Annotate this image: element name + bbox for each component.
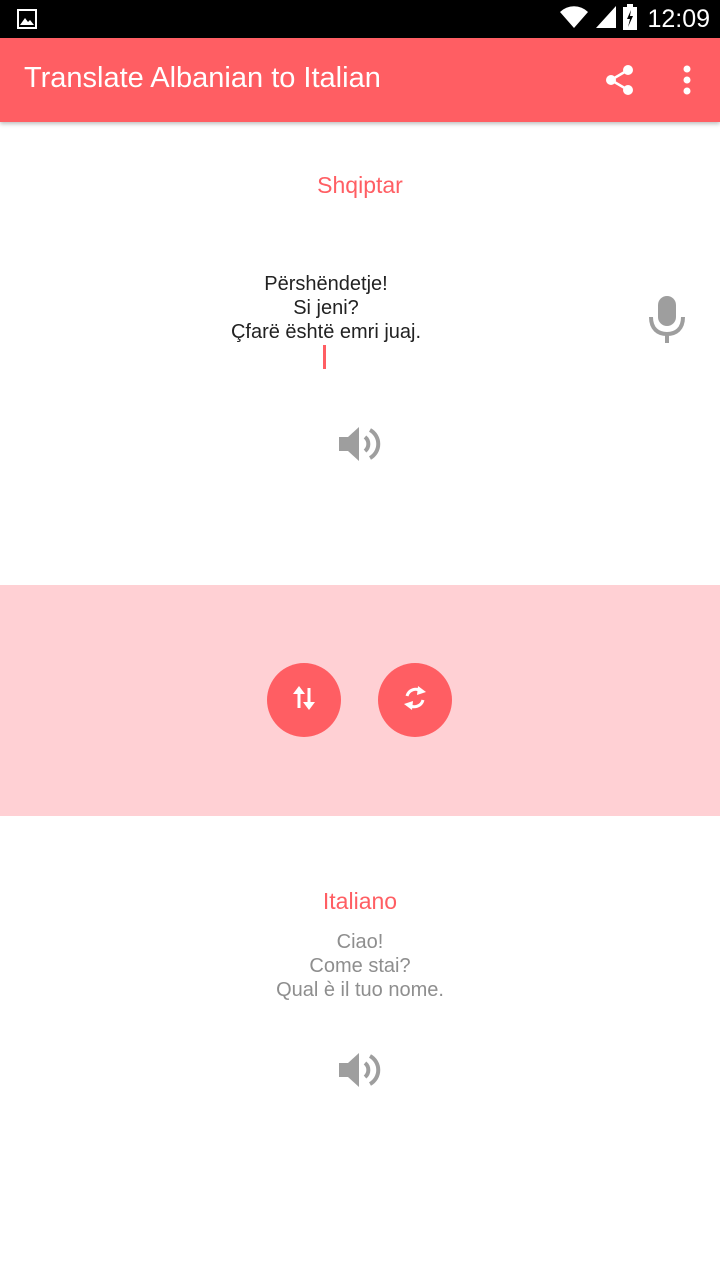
speaker-icon [334,1053,386,1100]
signal-icon [595,5,617,34]
source-text-line: Përshëndetje! [264,273,388,295]
battery-charging-icon [623,3,638,35]
swap-languages-button[interactable] [267,663,341,737]
text-cursor [323,345,326,369]
controls-band [0,585,720,816]
translation-output: Ciao! Come stai? Qual è il tuo nome. [0,930,720,1002]
image-icon [17,9,37,34]
translation-line: Qual è il tuo nome. [276,979,444,1001]
speak-translation-button[interactable] [334,1044,386,1096]
more-options-button[interactable] [672,60,702,100]
status-time: 12:09 [647,4,710,33]
source-language-label[interactable]: Shqiptar [0,172,720,199]
target-language-label[interactable]: Italiano [0,888,720,915]
more-vert-icon [672,65,702,104]
app-bar: Translate Albanian to Italian [0,38,720,122]
source-text-line: Si jeni? [293,297,359,319]
translation-line: Ciao! [336,931,384,953]
source-text-line: Çfarë është emri juaj. [230,321,422,343]
speaker-icon [334,427,386,474]
speak-source-button[interactable] [334,418,386,470]
share-button[interactable] [600,60,640,100]
share-icon [600,65,640,104]
swap-languages-icon [291,684,317,717]
voice-input-button[interactable] [642,292,692,346]
app-title: Translate Albanian to Italian [24,62,381,94]
translation-line: Come stai? [309,955,411,977]
source-text-input[interactable]: Përshëndetje! Si jeni? Çfarë është emri … [126,272,526,344]
mic-icon [642,296,692,350]
status-bar: 12:09 [0,0,720,38]
refresh-button[interactable] [378,663,452,737]
refresh-icon [400,683,430,718]
wifi-icon [559,5,589,34]
